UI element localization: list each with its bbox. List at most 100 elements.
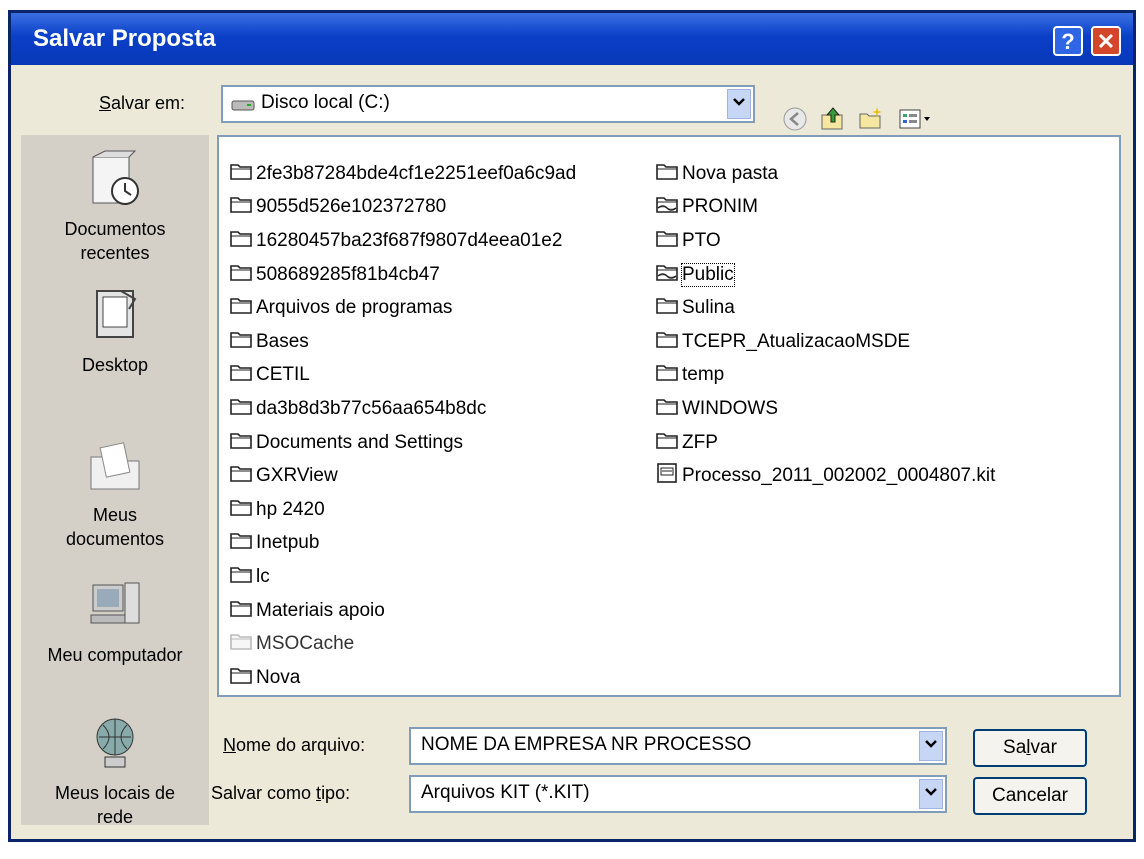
chevron-down-icon[interactable]	[727, 89, 751, 119]
folder-item[interactable]: TCEPR_AtualizacaoMSDE	[655, 325, 995, 359]
file-name: Public	[681, 262, 735, 287]
file-name: Materiais apoio	[256, 599, 385, 621]
window-title: Salvar Proposta	[33, 25, 216, 52]
file-name: lc	[256, 565, 270, 587]
file-name: 16280457ba23f687f9807d4eea01e2	[256, 229, 563, 251]
save-dialog: Salvar Proposta ? ✕ Salvar em: Disco loc…	[8, 10, 1136, 842]
folder-item[interactable]: ZFP	[655, 426, 995, 460]
folder-item[interactable]: hp 2420	[229, 493, 576, 527]
file-name: ZFP	[682, 431, 718, 453]
folder-icon	[229, 262, 256, 288]
folder-icon	[655, 262, 682, 288]
file-item[interactable]: Processo_2011_002002_0004807.kit	[655, 459, 995, 493]
folder-item[interactable]: Inetpub	[229, 527, 576, 561]
file-name: Arquivos de programas	[256, 297, 453, 319]
file-name: Bases	[256, 330, 309, 352]
folder-item[interactable]: 2fe3b87284bde4cf1e2251eef0a6c9ad	[229, 157, 576, 191]
view-menu-icon[interactable]	[897, 105, 933, 133]
folder-item[interactable]: Nova	[229, 661, 576, 695]
file-name: da3b8d3b77c56aa654b8dc	[256, 397, 487, 419]
desktop-icon	[96, 290, 137, 338]
folder-icon	[655, 430, 682, 456]
folder-icon	[655, 396, 682, 422]
file-name: hp 2420	[256, 498, 325, 520]
my-documents-icon	[90, 442, 140, 490]
help-button[interactable]: ?	[1053, 26, 1083, 56]
folder-item[interactable]: Arquivos de programas	[229, 291, 576, 325]
my-computer-icon	[90, 582, 140, 624]
back-icon[interactable]	[781, 105, 809, 133]
folder-item[interactable]: CETIL	[229, 359, 576, 393]
title-bar[interactable]: Salvar Proposta ? ✕	[11, 13, 1133, 65]
file-name: WINDOWS	[682, 397, 779, 419]
network-places-icon	[96, 718, 134, 768]
kit-file-icon	[655, 463, 682, 489]
file-name: Nova	[256, 666, 301, 688]
folder-item[interactable]: GXRView	[229, 459, 576, 493]
save-in-value: Disco local (C:)	[261, 92, 390, 113]
folder-icon	[229, 362, 256, 388]
folder-icon	[229, 396, 256, 422]
hard-drive-icon	[231, 100, 255, 111]
folder-icon	[655, 295, 682, 321]
file-column-1: 2fe3b87284bde4cf1e2251eef0a6c9ad 9055d526…	[229, 157, 576, 695]
folder-item[interactable]: lc	[229, 560, 576, 594]
folder-item[interactable]: Materiais apoio	[229, 594, 576, 628]
filetype-dropdown[interactable]: Arquivos KIT (*.KIT)	[409, 775, 947, 813]
folder-icon	[229, 228, 256, 254]
filename-input[interactable]: NOME DA EMPRESA NR PROCESSO	[409, 727, 947, 765]
save-button[interactable]: Salvar	[973, 729, 1087, 767]
folder-item[interactable]: WINDOWS	[655, 392, 995, 426]
file-name: GXRView	[256, 465, 338, 487]
place-recent-documents[interactable]: Documentos recentes	[21, 149, 209, 265]
place-my-computer[interactable]: Meu computador	[21, 575, 209, 667]
folder-icon	[655, 161, 682, 187]
folder-icon	[229, 598, 256, 624]
chevron-down-icon[interactable]	[919, 779, 943, 809]
close-button[interactable]: ✕	[1091, 26, 1121, 56]
folder-item[interactable]: Public	[655, 258, 995, 292]
file-name: Inetpub	[256, 532, 320, 554]
recent-documents-icon	[92, 150, 139, 205]
new-folder-icon[interactable]	[857, 105, 885, 133]
filename-label: Nome do arquivo:	[223, 735, 366, 755]
folder-item[interactable]: da3b8d3b77c56aa654b8dc	[229, 392, 576, 426]
folder-item[interactable]: PTO	[655, 224, 995, 258]
file-name: 508689285f81b4cb47	[256, 263, 440, 285]
folder-icon	[229, 463, 256, 489]
save-in-dropdown[interactable]: Disco local (C:)	[221, 85, 755, 123]
folder-icon	[229, 329, 256, 355]
file-name: PRONIM	[682, 196, 758, 218]
folder-item[interactable]: PRONIM	[655, 191, 995, 225]
file-name: TCEPR_AtualizacaoMSDE	[682, 330, 911, 352]
place-network[interactable]: Meus locais de rede	[21, 713, 209, 829]
file-name: PTO	[682, 229, 721, 251]
place-my-documents[interactable]: Meus documentos	[21, 435, 209, 551]
file-name: temp	[682, 364, 725, 386]
filetype-value: Arquivos KIT (*.KIT)	[421, 782, 590, 803]
file-list[interactable]: 2fe3b87284bde4cf1e2251eef0a6c9ad 9055d526…	[217, 135, 1121, 697]
up-folder-icon[interactable]	[819, 105, 847, 133]
folder-item[interactable]: Sulina	[655, 291, 995, 325]
file-name: CETIL	[256, 364, 310, 386]
cancel-button[interactable]: Cancelar	[973, 777, 1087, 815]
file-name: 9055d526e102372780	[256, 196, 447, 218]
folder-item[interactable]: Documents and Settings	[229, 426, 576, 460]
folder-item[interactable]: 9055d526e102372780	[229, 191, 576, 225]
file-name: Processo_2011_002002_0004807.kit	[682, 465, 996, 487]
folder-item[interactable]: MSOCache	[229, 627, 576, 661]
folder-item[interactable]: Bases	[229, 325, 576, 359]
folder-item[interactable]: 508689285f81b4cb47	[229, 258, 576, 292]
filetype-label: Salvar como tipo:	[211, 783, 351, 803]
folder-item[interactable]: 16280457ba23f687f9807d4eea01e2	[229, 224, 576, 258]
folder-icon	[229, 530, 256, 556]
file-name: Documents and Settings	[256, 431, 464, 453]
folder-item[interactable]: Nova pasta	[655, 157, 995, 191]
folder-icon	[655, 228, 682, 254]
chevron-down-icon[interactable]	[919, 731, 943, 761]
folder-item[interactable]: temp	[655, 359, 995, 393]
folder-icon	[229, 194, 256, 220]
file-name: MSOCache	[256, 633, 355, 655]
folder-icon	[229, 564, 256, 590]
place-desktop[interactable]: Desktop	[21, 285, 209, 377]
